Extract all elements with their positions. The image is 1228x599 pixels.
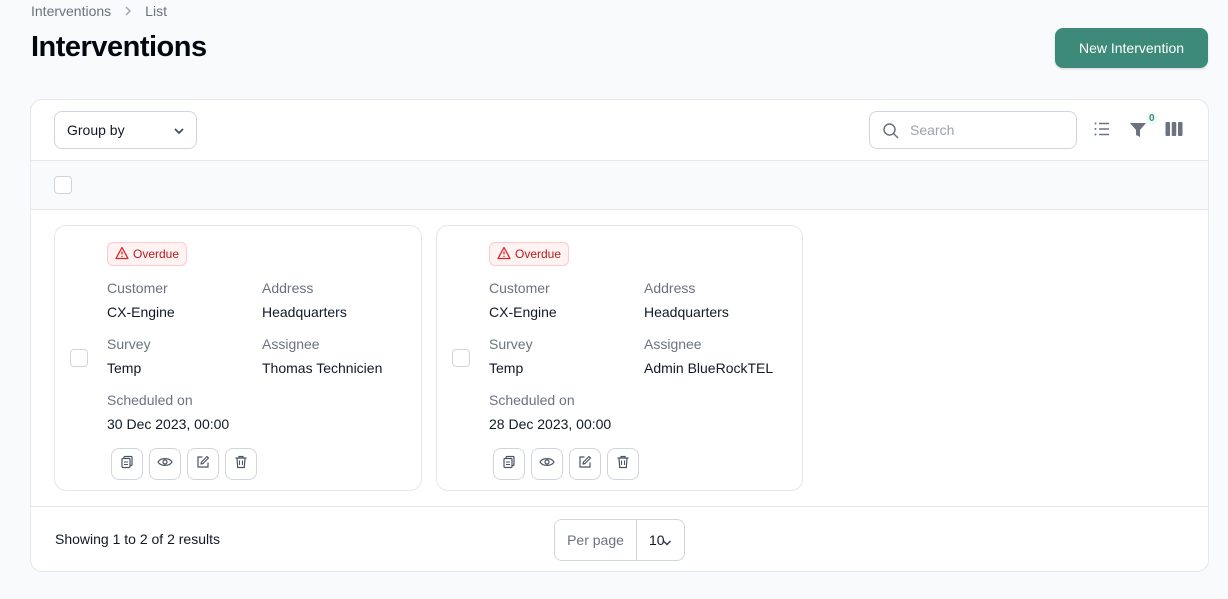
customer-value: CX-Engine [489, 304, 557, 320]
results-summary: Showing 1 to 2 of 2 results [55, 531, 220, 547]
status-text: Overdue [515, 247, 562, 261]
scheduled-value: 28 Dec 2023, 00:00 [489, 416, 612, 432]
per-page-label: Per page [555, 520, 637, 560]
page-title: Interventions [31, 31, 207, 63]
warning-icon [115, 246, 129, 263]
edit-icon [578, 455, 592, 474]
filter-icon[interactable] [1129, 121, 1147, 144]
interventions-panel: Group by Search 0 Overdue Customer CX-En… [30, 99, 1209, 572]
pagination-footer: Showing 1 to 2 of 2 results Per page 10 [31, 506, 1208, 571]
status-badge: Overdue [489, 242, 570, 266]
edit-icon [196, 455, 210, 474]
copy-icon [502, 455, 516, 474]
filter-count-badge: 0 [1146, 112, 1158, 125]
group-by-select[interactable]: Group by [54, 111, 197, 149]
survey-value: Temp [489, 360, 524, 376]
select-all-bar [31, 161, 1208, 210]
chevron-down-icon [662, 535, 672, 551]
survey-label: Survey [107, 336, 151, 352]
customer-label: Customer [107, 280, 168, 296]
chevron-down-icon [172, 124, 186, 141]
view-button[interactable] [149, 448, 181, 480]
warning-icon [497, 246, 511, 263]
assignee-label: Assignee [644, 336, 702, 352]
survey-value: Temp [107, 360, 142, 376]
status-text: Overdue [133, 247, 180, 261]
scheduled-label: Scheduled on [489, 392, 575, 408]
card-actions [111, 448, 257, 480]
toolbar: Group by Search 0 [31, 100, 1208, 161]
breadcrumb-item-list: List [145, 3, 167, 19]
eye-icon [539, 455, 555, 474]
customer-value: CX-Engine [107, 304, 175, 320]
search-input[interactable]: Search [869, 111, 1077, 149]
view-button[interactable] [531, 448, 563, 480]
address-label: Address [262, 280, 314, 296]
card-checkbox[interactable] [70, 349, 88, 367]
trash-icon [234, 455, 248, 474]
eye-icon [157, 455, 173, 474]
card-actions [493, 448, 639, 480]
assignee-value: Thomas Technicien [262, 360, 383, 376]
chevron-right-icon [121, 4, 135, 18]
columns-icon[interactable] [1165, 120, 1183, 143]
select-all-checkbox[interactable] [54, 176, 72, 194]
breadcrumb-item-interventions[interactable]: Interventions [31, 3, 111, 19]
assignee-label: Assignee [262, 336, 320, 352]
search-icon [882, 122, 900, 143]
address-label: Address [644, 280, 696, 296]
per-page-select[interactable]: Per page 10 [554, 519, 685, 561]
edit-button[interactable] [187, 448, 219, 480]
breadcrumb: Interventions List [31, 3, 167, 19]
scheduled-value: 30 Dec 2023, 00:00 [107, 416, 230, 432]
address-value: Headquarters [644, 304, 729, 320]
card-checkbox[interactable] [452, 349, 470, 367]
customer-label: Customer [489, 280, 550, 296]
assignee-value: Admin BlueRockTEL [644, 360, 774, 376]
search-placeholder: Search [910, 122, 955, 138]
group-by-label: Group by [67, 122, 125, 138]
duplicate-button[interactable] [493, 448, 525, 480]
copy-icon [120, 455, 134, 474]
address-value: Headquarters [262, 304, 347, 320]
list-icon[interactable] [1093, 120, 1111, 143]
edit-button[interactable] [569, 448, 601, 480]
trash-icon [616, 455, 630, 474]
status-badge: Overdue [107, 242, 188, 266]
new-intervention-button[interactable]: New Intervention [1055, 28, 1208, 68]
scheduled-label: Scheduled on [107, 392, 193, 408]
per-page-value[interactable]: 10 [637, 520, 684, 560]
duplicate-button[interactable] [111, 448, 143, 480]
delete-button[interactable] [607, 448, 639, 480]
intervention-card: Overdue Customer CX-Engine Address Headq… [54, 225, 422, 491]
intervention-card: Overdue Customer CX-Engine Address Headq… [436, 225, 803, 491]
delete-button[interactable] [225, 448, 257, 480]
survey-label: Survey [489, 336, 533, 352]
